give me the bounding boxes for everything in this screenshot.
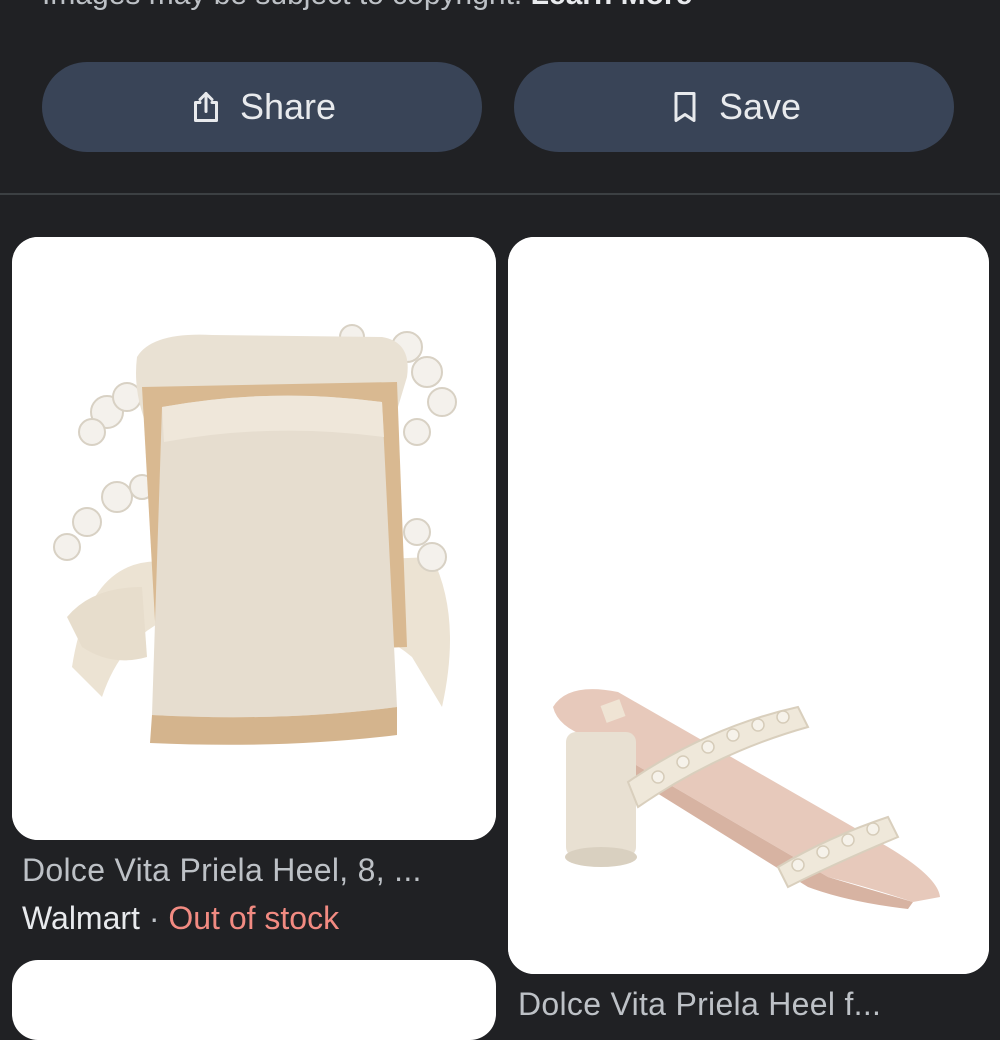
result-image-2[interactable] (508, 237, 989, 974)
result-image-3[interactable] (12, 960, 496, 1040)
save-label: Save (718, 86, 802, 127)
result-meta-1: Walmart · Out of stock (22, 900, 339, 937)
share-button[interactable]: Share (42, 62, 482, 152)
sandal-side-view-image (508, 237, 989, 974)
result-title-2[interactable]: Dolce Vita Priela Heel f... (518, 986, 988, 1023)
sandal-back-view-image (12, 237, 496, 840)
copyright-notice: Images may be subject to copyright. Lear… (42, 0, 692, 12)
learn-more-link[interactable]: Learn More (531, 0, 693, 11)
availability-status: Out of stock (168, 900, 340, 936)
divider (0, 193, 1000, 195)
result-title-1[interactable]: Dolce Vita Priela Heel, 8, ... (22, 852, 482, 889)
copyright-text: Images may be subject to copyright. (42, 0, 522, 11)
share-label: Share (239, 86, 337, 127)
store-name: Walmart (22, 900, 140, 936)
share-icon (193, 92, 218, 122)
save-button[interactable]: Save (514, 62, 954, 152)
result-image-1[interactable] (12, 237, 496, 840)
meta-separator: · (148, 900, 160, 936)
bookmark-icon (674, 92, 696, 122)
